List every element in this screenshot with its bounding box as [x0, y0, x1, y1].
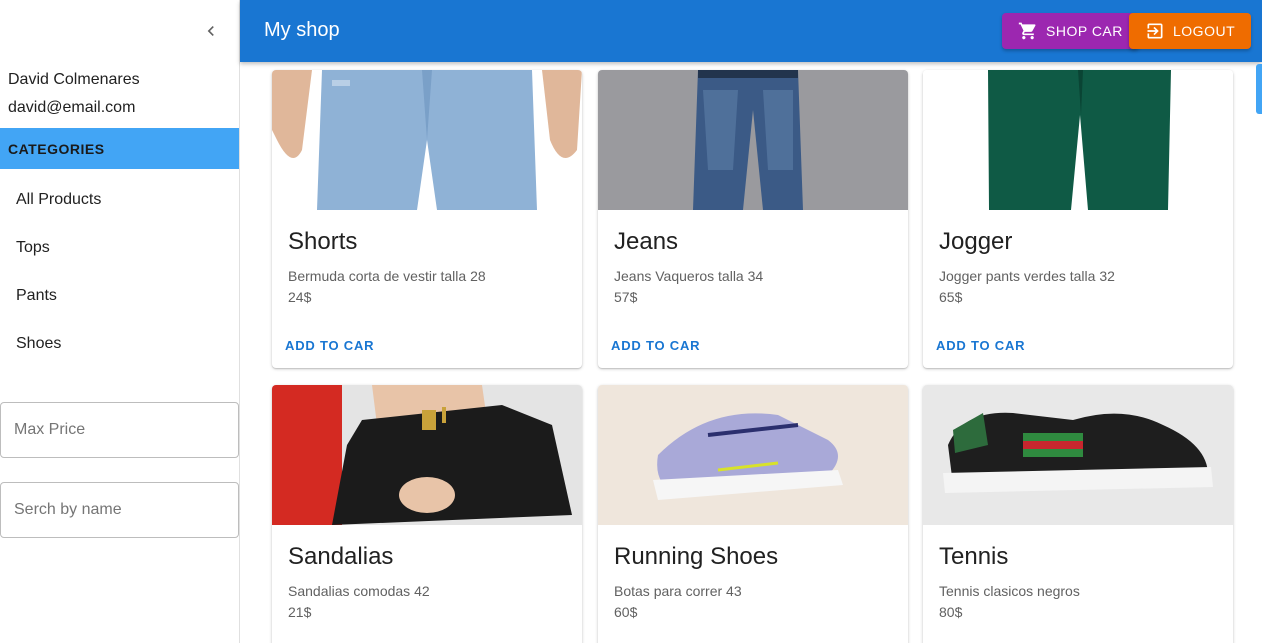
add-to-car-button[interactable]: ADD TO CAR [285, 338, 374, 353]
product-description: Bermuda corta de vestir talla 28 [288, 268, 486, 284]
product-title: Jogger [939, 228, 1013, 255]
product-description: Jeans Vaqueros talla 34 [614, 268, 764, 284]
product-price: 57$ [614, 289, 638, 305]
product-description: Sandalias comodas 42 [288, 583, 430, 599]
sidebar: David Colmenares david@email.com CATEGOR… [0, 0, 240, 643]
category-shoes[interactable]: Shoes [0, 321, 239, 369]
product-price: 24$ [288, 289, 312, 305]
product-card: Jogger Jogger pants verdes talla 32 65$ … [923, 70, 1233, 368]
product-image-running-shoes [598, 385, 908, 525]
product-image-jeans [598, 70, 908, 210]
product-title: Sandalias [288, 543, 394, 570]
product-price: 21$ [288, 604, 312, 620]
product-image-tennis [923, 385, 1233, 525]
add-to-car-button[interactable]: ADD TO CAR [611, 338, 700, 353]
product-image-jogger [923, 70, 1233, 210]
product-title: Tennis [939, 543, 1009, 570]
product-price: 80$ [939, 604, 963, 620]
shop-car-label: SHOP CAR [1046, 23, 1123, 39]
collapse-sidebar-button[interactable] [199, 19, 223, 43]
product-card: Sandalias Sandalias comodas 42 21$ [272, 385, 582, 643]
category-tops[interactable]: Tops [0, 225, 239, 273]
product-image-sandalias [272, 385, 582, 525]
product-description: Tennis clasicos negros [939, 583, 1080, 599]
shop-car-button[interactable]: SHOP CAR [1002, 13, 1139, 49]
user-name: David Colmenares [8, 71, 140, 88]
product-card: Jeans Jeans Vaqueros talla 34 57$ ADD TO… [598, 70, 908, 368]
product-card: Shorts Bermuda corta de vestir talla 28 … [272, 70, 582, 368]
chevron-left-icon [207, 26, 214, 36]
user-email: david@email.com [8, 99, 136, 116]
category-all-products[interactable]: All Products [0, 177, 239, 225]
add-to-car-button[interactable]: ADD TO CAR [936, 338, 1025, 353]
product-image-shorts [272, 70, 582, 210]
logout-button[interactable]: LOGOUT [1129, 13, 1252, 49]
categories-header: CATEGORIES [0, 128, 239, 169]
product-title: Shorts [288, 228, 358, 255]
logout-icon [1145, 21, 1165, 41]
product-description: Botas para correr 43 [614, 583, 742, 599]
cart-icon [1018, 21, 1038, 41]
logout-label: LOGOUT [1173, 23, 1236, 39]
product-price: 60$ [614, 604, 638, 620]
app-bar: My shop SHOP CAR LOGOUT [240, 0, 1262, 62]
search-name-input[interactable] [0, 482, 239, 538]
category-pants[interactable]: Pants [0, 273, 239, 321]
product-title: Jeans [614, 228, 679, 255]
max-price-input[interactable] [0, 402, 239, 458]
app-title: My shop [264, 19, 340, 41]
product-card: Tennis Tennis clasicos negros 80$ [923, 385, 1233, 643]
product-description: Jogger pants verdes talla 32 [939, 268, 1115, 284]
product-price: 65$ [939, 289, 963, 305]
scroll-indicator[interactable] [1256, 64, 1262, 114]
product-title: Running Shoes [614, 543, 779, 570]
product-card: Running Shoes Botas para correr 43 60$ [598, 385, 908, 643]
